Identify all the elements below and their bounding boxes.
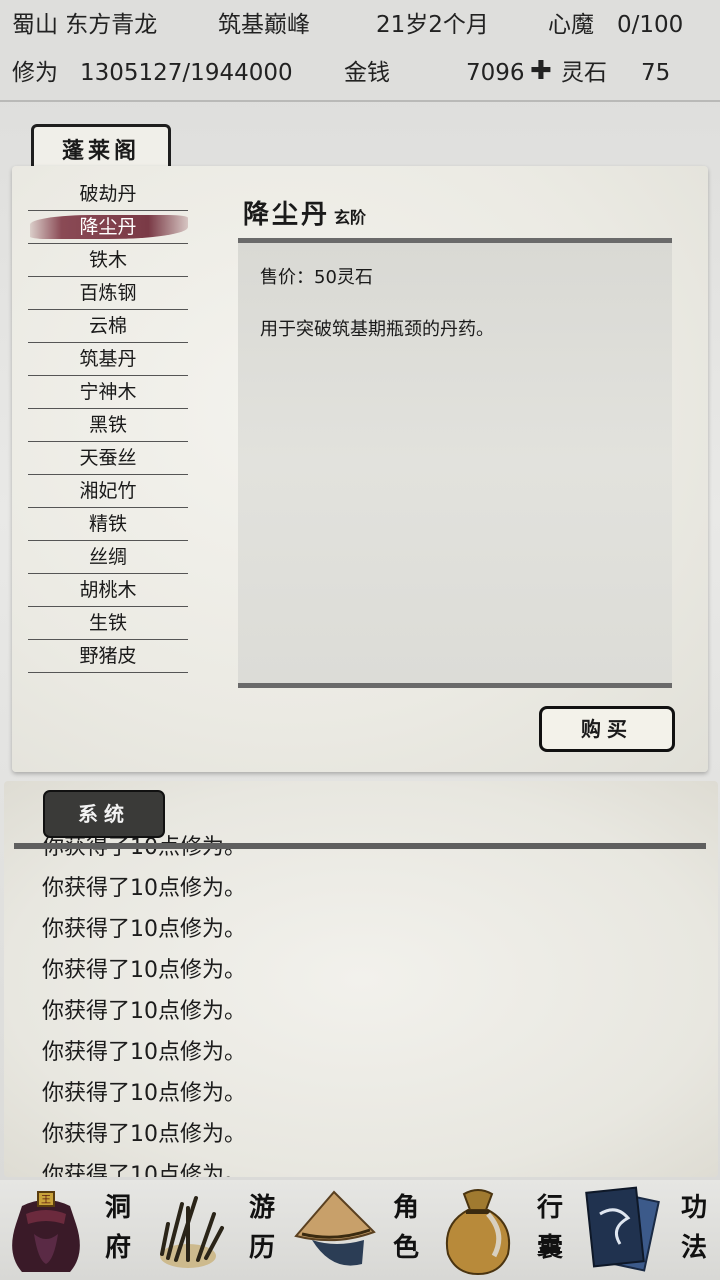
shop-item-label: 降尘丹 — [79, 216, 137, 238]
book-icon — [585, 1186, 660, 1272]
shop-item[interactable]: 降尘丹 — [28, 211, 188, 244]
heart-demon-value: 0/100 — [617, 12, 684, 38]
bag-icon — [446, 1189, 510, 1276]
system-log-panel[interactable]: 你获得了10点修为。 你获得了10点修为。 你获得了10点修为。 你获得了10点修为。… — [4, 781, 718, 1177]
shop-item[interactable]: 百炼钢 — [28, 277, 188, 310]
money-value: 7096 — [466, 60, 525, 86]
heart-demon-label: 心魔 — [548, 12, 594, 38]
nav-label-bottom: 囊 — [536, 1233, 563, 1263]
spirit-stone-label: 灵石 — [561, 60, 607, 86]
shop-item-label: 精铁 — [88, 513, 127, 535]
shop-item-label: 野猪皮 — [79, 645, 137, 667]
money-label: 金钱 — [344, 60, 390, 86]
cultivation-value: 1305127/1944000 — [80, 60, 293, 86]
nav-travel[interactable]: 游 历 — [144, 1180, 288, 1280]
shop-item[interactable]: 丝绸 — [28, 541, 188, 574]
nav-label-top: 功 — [680, 1193, 707, 1223]
shop-item[interactable]: 宁神木 — [28, 376, 188, 409]
nav-label-bottom: 法 — [680, 1233, 707, 1263]
add-spirit-stone-icon[interactable]: ✚ — [530, 55, 552, 87]
hat-icon — [294, 1190, 376, 1266]
shop-item-label: 铁木 — [88, 249, 127, 271]
nav-label-top: 行 — [536, 1193, 563, 1223]
shop-item-label: 丝绸 — [88, 546, 127, 568]
shop-item[interactable]: 筑基丹 — [28, 343, 188, 376]
nav-character[interactable]: 角 色 — [288, 1180, 432, 1280]
location-text: 蜀山 东方青龙 — [12, 12, 158, 38]
bottom-nav: 王 洞 府 游 历 角 色 行 囊 功 法 — [0, 1180, 720, 1280]
log-line: 你获得了10点修为。 — [42, 1081, 246, 1106]
nav-techniques[interactable]: 功 法 — [576, 1180, 720, 1280]
shop-item[interactable]: 精铁 — [28, 508, 188, 541]
shop-item[interactable]: 生铁 — [28, 607, 188, 640]
log-list[interactable]: 你获得了10点修为。 你获得了10点修为。 你获得了10点修为。 你获得了10点修为。… — [42, 827, 682, 1177]
item-name: 降尘丹 — [243, 200, 331, 230]
log-line: 你获得了10点修为。 — [42, 876, 246, 901]
item-description: 用于突破筑基期瓶颈的丹药。 — [260, 319, 494, 340]
shop-item-label: 生铁 — [88, 612, 127, 634]
shop-item-label: 天蚕丝 — [79, 447, 137, 469]
nav-inventory[interactable]: 行 囊 — [432, 1180, 576, 1280]
log-line: 你获得了10点修为。 — [42, 1040, 246, 1065]
item-grade: 玄阶 — [334, 208, 367, 227]
pouch-icon: 王 — [12, 1191, 80, 1272]
spirit-stone-value: 75 — [641, 60, 671, 86]
nav-label-top: 角 — [392, 1193, 419, 1223]
shop-item-label: 宁神木 — [79, 381, 137, 403]
nav-cave-dwelling[interactable]: 王 洞 府 — [0, 1180, 144, 1280]
shop-item[interactable]: 黑铁 — [28, 409, 188, 442]
log-line: 你获得了10点修为。 — [42, 1122, 246, 1147]
shop-item-label: 筑基丹 — [79, 348, 137, 370]
shop-item[interactable]: 胡桃木 — [28, 574, 188, 607]
shop-item-label: 云棉 — [88, 315, 127, 337]
item-price: 售价：50灵石 — [260, 267, 373, 288]
shop-item-label: 湘妃竹 — [79, 480, 137, 502]
nav-label-bottom: 色 — [392, 1233, 419, 1263]
item-list: 破劫丹降尘丹铁木百炼钢云棉筑基丹宁神木黑铁天蚕丝湘妃竹精铁丝绸胡桃木生铁野猪皮 — [28, 178, 188, 673]
log-line: 你获得了10点修为。 — [42, 958, 246, 983]
shop-item[interactable]: 天蚕丝 — [28, 442, 188, 475]
nav-label-bottom: 历 — [248, 1233, 275, 1263]
nav-label-top: 洞 — [104, 1193, 131, 1223]
shop-panel: 破劫丹 降尘丹 铁木 百炼钢 云棉 筑基丹 宁神木 黑铁 天蚕丝 湘妃竹 精铁 丝绸 胡桃木 生铁 野猪皮 … — [12, 166, 708, 772]
shop-item[interactable]: 湘妃竹 — [28, 475, 188, 508]
shop-item[interactable]: 野猪皮 — [28, 640, 188, 673]
nav-label-bottom: 府 — [104, 1233, 131, 1263]
status-bar: 蜀山 东方青龙 筑基巅峰 21岁2个月 心魔 0/100 修为 1305127/… — [0, 0, 720, 102]
grass-icon — [160, 1196, 224, 1268]
realm-text: 筑基巅峰 — [218, 12, 310, 38]
log-line: 你获得了10点修为。 — [42, 999, 246, 1024]
shop-item-label: 破劫丹 — [79, 183, 137, 205]
shop-item[interactable]: 铁木 — [28, 244, 188, 277]
svg-text:王: 王 — [41, 1195, 51, 1206]
log-divider — [14, 843, 706, 849]
log-line: 你获得了10点修为。 — [42, 917, 246, 942]
item-detail-box: 售价：50灵石 用于突破筑基期瓶颈的丹药。 — [238, 238, 672, 688]
buy-button[interactable]: 购买 — [539, 706, 675, 752]
tab-system[interactable]: 系统 — [43, 790, 165, 838]
age-text: 21岁2个月 — [376, 12, 489, 38]
cultivation-label: 修为 — [12, 60, 58, 86]
log-line: 你获得了10点修为。 — [42, 1163, 246, 1177]
shop-item-label: 胡桃木 — [79, 579, 137, 601]
nav-label-top: 游 — [248, 1193, 275, 1223]
shop-item[interactable]: 破劫丹 — [28, 178, 188, 211]
shop-item-label: 百炼钢 — [79, 282, 137, 304]
shop-item[interactable]: 云棉 — [28, 310, 188, 343]
item-title: 降尘丹 玄阶 — [243, 194, 366, 231]
shop-item-label: 黑铁 — [88, 414, 127, 436]
